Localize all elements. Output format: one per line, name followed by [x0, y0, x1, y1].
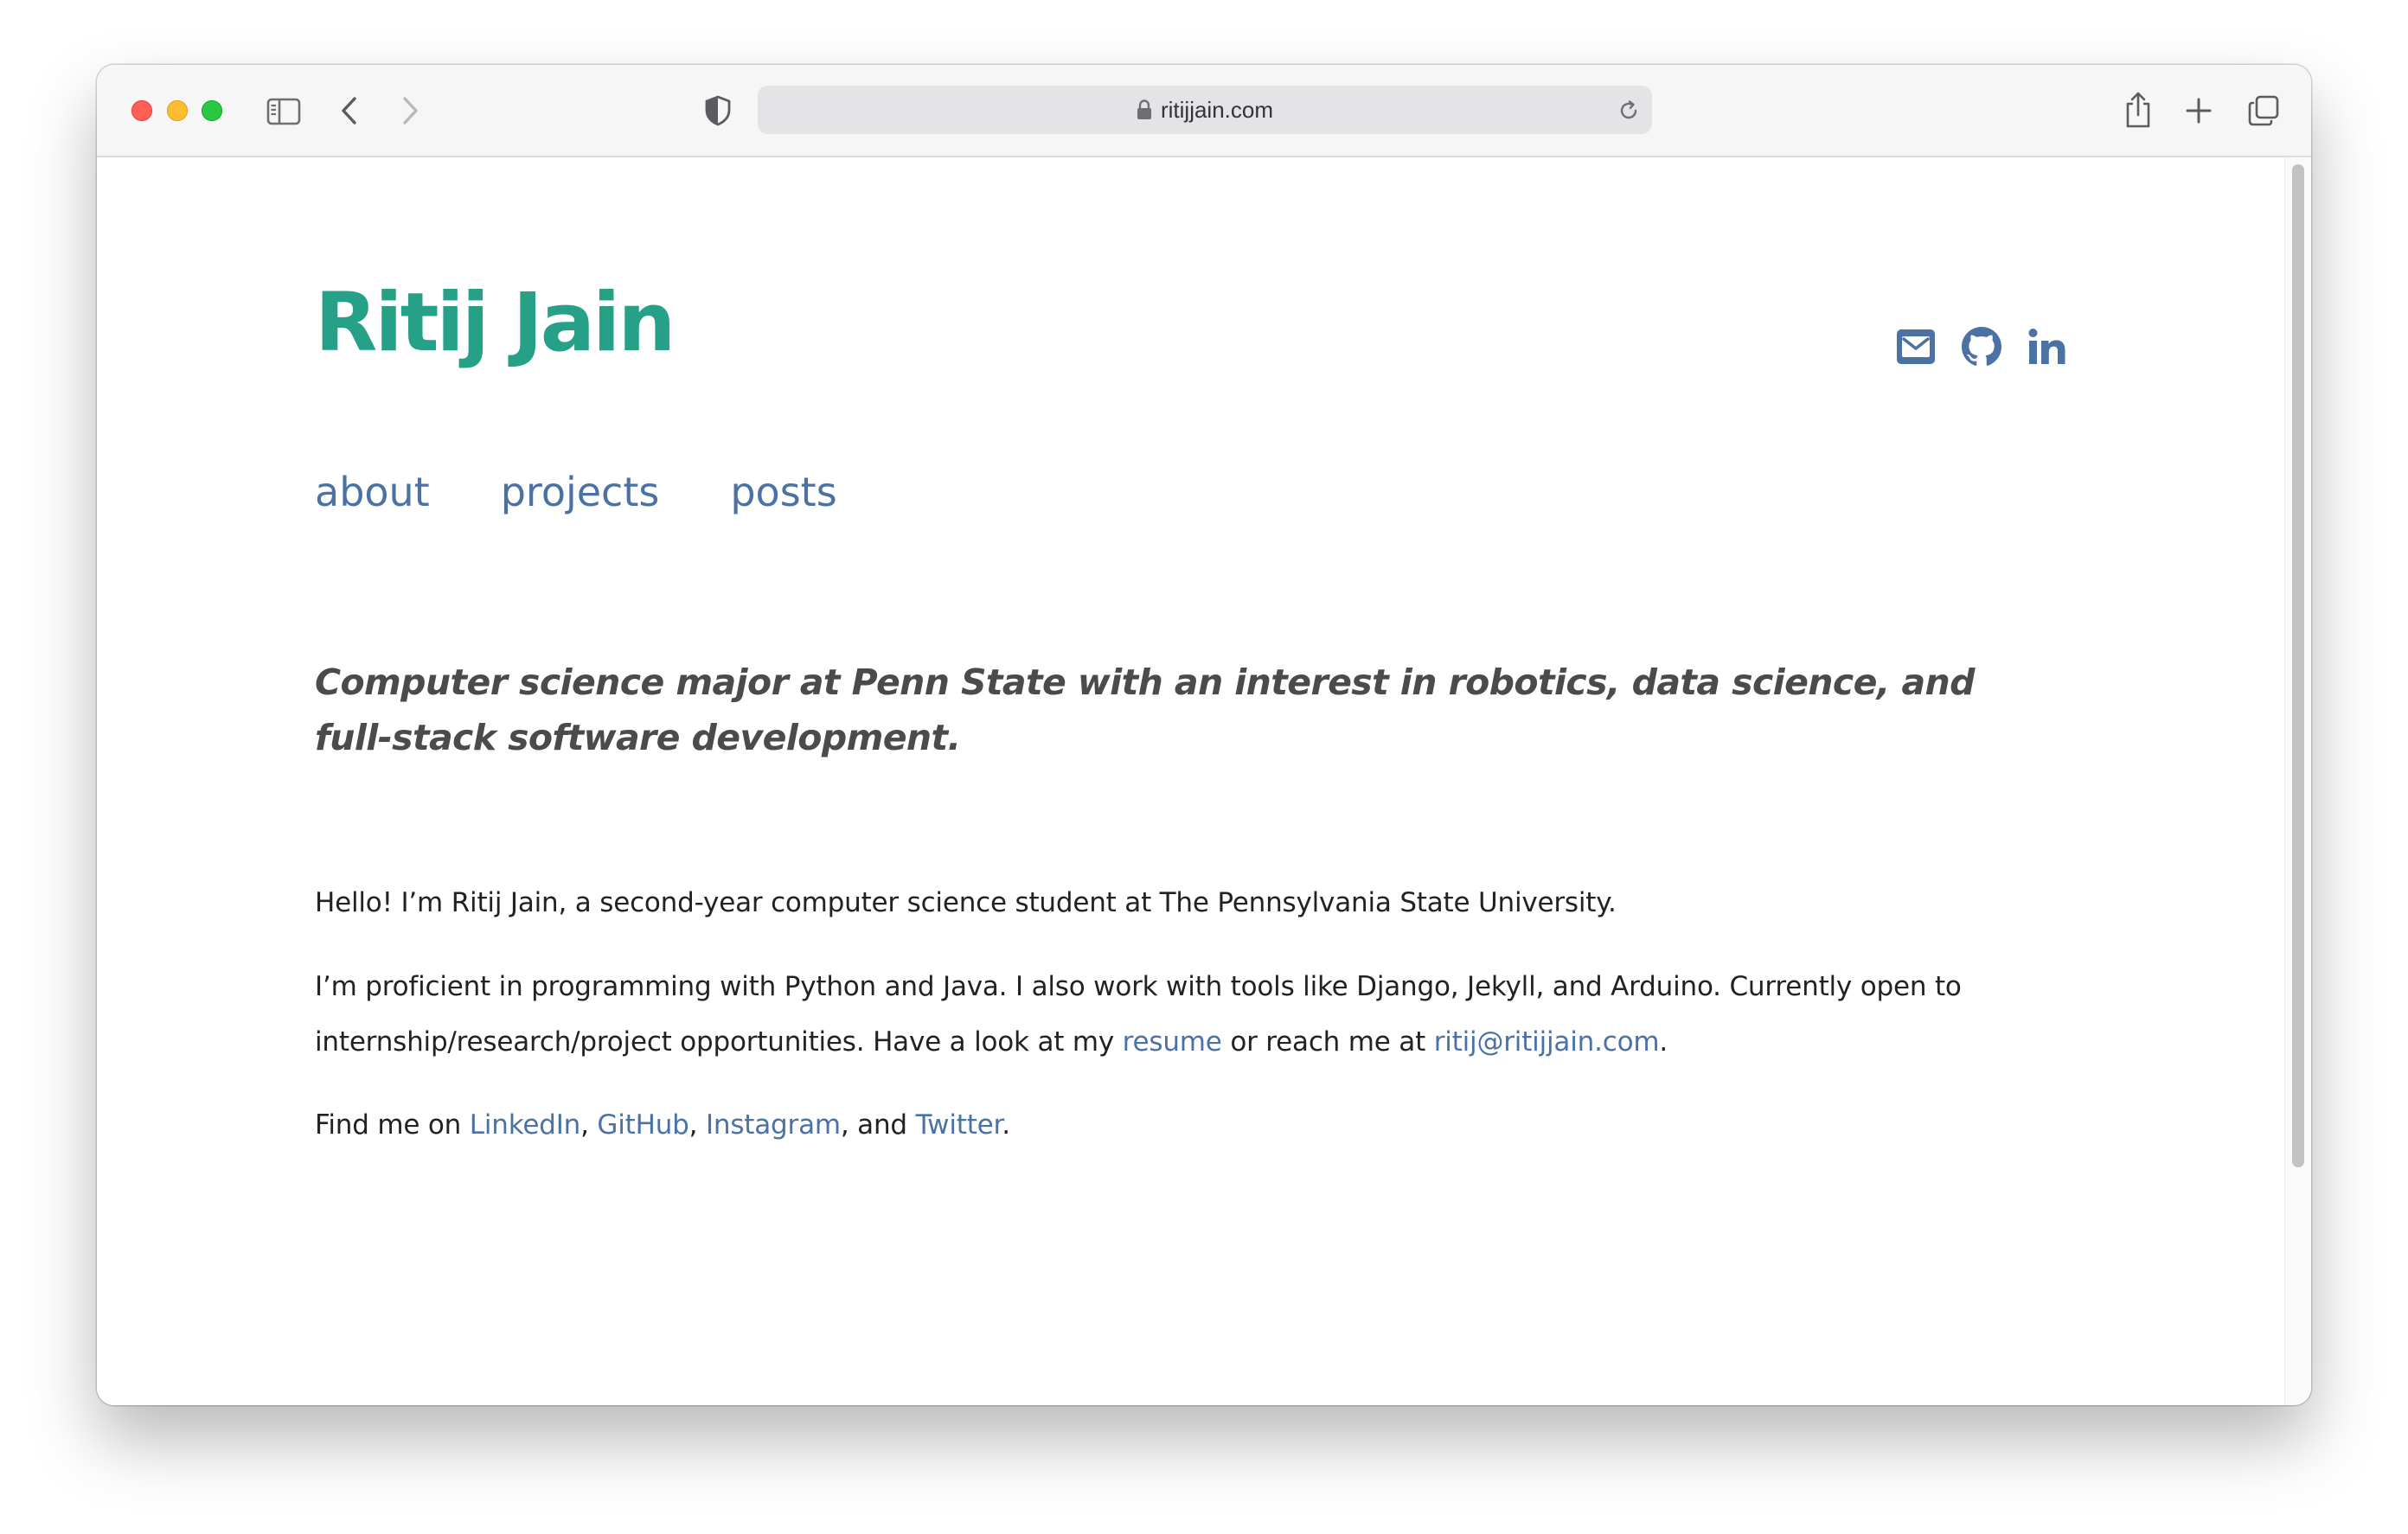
main-nav: about projects posts	[315, 462, 837, 522]
zoom-window-button[interactable]	[202, 100, 222, 121]
email-link[interactable]: ritij@ritijjain.com	[1434, 1026, 1660, 1058]
share-icon[interactable]	[2123, 91, 2153, 129]
tagline: Computer science major at Penn State wit…	[315, 662, 1975, 758]
find-text: Find me on	[315, 1109, 462, 1141]
find-me-paragraph: Find me on LinkedIn, GitHub, Instagram, …	[315, 1097, 1993, 1153]
period: .	[1659, 1026, 1668, 1058]
twitter-link[interactable]: Twitter	[916, 1109, 1002, 1141]
tab-overview-icon[interactable]	[2247, 94, 2280, 127]
address-bar[interactable]: ritijjain.com	[758, 86, 1652, 134]
browser-window: ritijjain.com Ritij Jain about projects …	[97, 65, 2311, 1405]
nav-posts[interactable]: posts	[730, 462, 836, 522]
period: .	[1002, 1109, 1010, 1141]
intro-paragraph: Hello! I’m Ritij Jain, a second-year com…	[315, 887, 1617, 918]
forward-icon[interactable]	[400, 96, 420, 125]
new-tab-icon[interactable]	[2185, 97, 2213, 125]
page-content: Ritij Jain about projects posts Computer…	[97, 157, 2285, 1405]
comma: ,	[580, 1109, 589, 1141]
and-text: , and	[840, 1109, 907, 1141]
instagram-link[interactable]: Instagram	[706, 1109, 841, 1141]
shield-icon[interactable]	[704, 95, 732, 126]
url-text: ritijjain.com	[1160, 97, 1274, 123]
browser-toolbar: ritijjain.com	[97, 65, 2311, 157]
github-link[interactable]: GitHub	[597, 1109, 688, 1141]
reach-text: or reach me at	[1230, 1026, 1426, 1058]
nav-about[interactable]: about	[315, 462, 430, 522]
reload-icon[interactable]	[1617, 99, 1640, 122]
back-icon[interactable]	[339, 96, 360, 125]
skills-paragraph: I’m proficient in programming with Pytho…	[315, 959, 1993, 1070]
resume-link[interactable]: resume	[1123, 1026, 1222, 1058]
envelope-icon[interactable]	[1896, 327, 1936, 367]
minimize-window-button[interactable]	[167, 100, 188, 121]
github-icon[interactable]	[1962, 327, 2001, 367]
social-links	[1896, 327, 2067, 367]
lock-icon	[1137, 99, 1151, 119]
site-title[interactable]: Ritij Jain	[315, 278, 676, 368]
linkedin-icon[interactable]	[2027, 327, 2067, 367]
close-window-button[interactable]	[131, 100, 152, 121]
comma: ,	[688, 1109, 698, 1141]
linkedin-link[interactable]: LinkedIn	[470, 1109, 581, 1141]
sidebar-icon[interactable]	[266, 98, 301, 125]
scrollbar-thumb[interactable]	[2292, 164, 2304, 1167]
vertical-scrollbar[interactable]	[2284, 157, 2311, 1405]
nav-projects[interactable]: projects	[501, 462, 660, 522]
